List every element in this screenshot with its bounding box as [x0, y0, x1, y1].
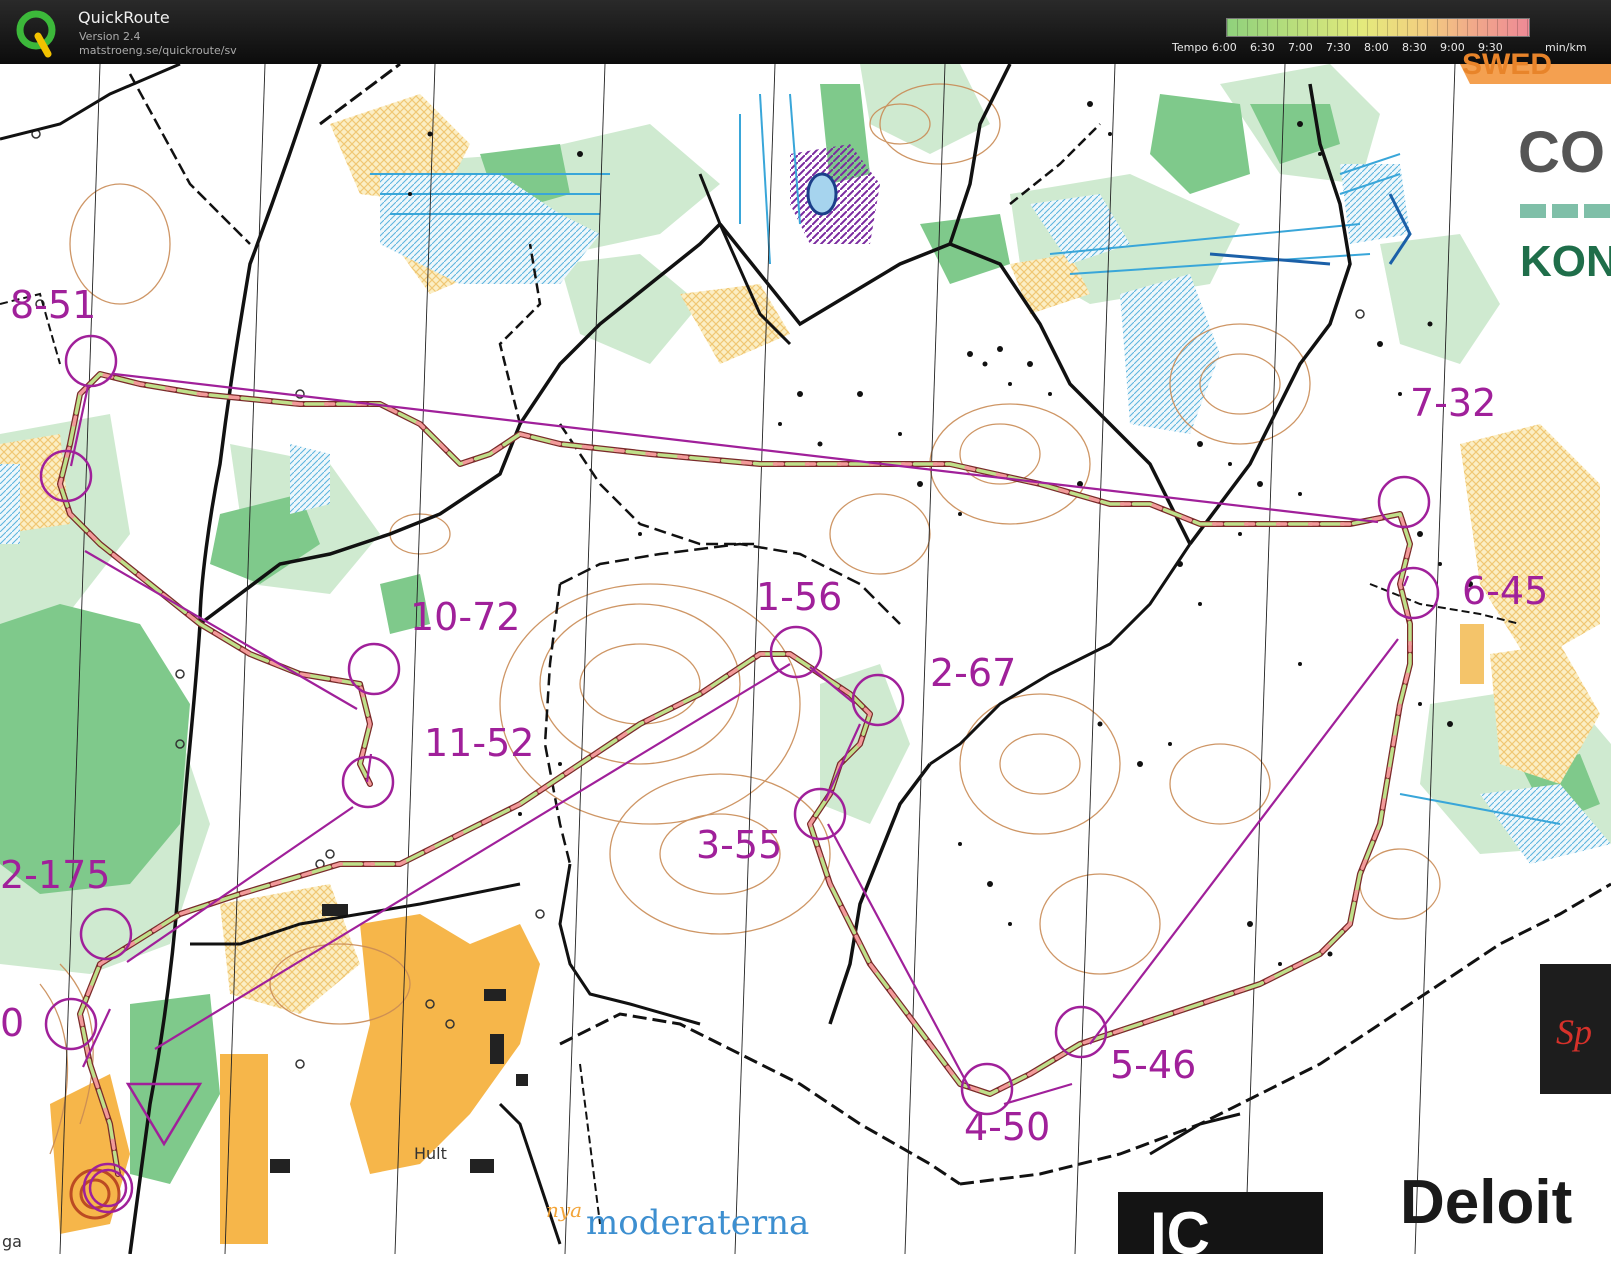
app-version: Version 2.4: [79, 30, 141, 43]
control-label-11: 11-52: [424, 721, 535, 765]
pace-tick: 9:00: [1440, 41, 1465, 54]
pace-tick: 6:00: [1212, 41, 1237, 54]
quickroute-logo-icon: [16, 10, 56, 58]
orienteering-map[interactable]: 8-51 7-32 10-72 1-56 2-67 6-45 11-52 3-5…: [0, 50, 1611, 1264]
pace-tick: 7:00: [1288, 41, 1313, 54]
control-label-5: 5-46: [1110, 1043, 1197, 1087]
pace-color-scale: [1226, 18, 1530, 37]
pace-tick: 8:30: [1402, 41, 1427, 54]
control-circle-10[interactable]: [347, 642, 401, 696]
control-circle-13[interactable]: [44, 997, 98, 1051]
control-label-9: 0: [0, 1001, 25, 1045]
control-label-10: 10-72: [410, 595, 521, 639]
control-label-12: 2-175: [0, 853, 111, 897]
control-label-6: 6-45: [1462, 569, 1549, 613]
pace-tick: 8:00: [1364, 41, 1389, 54]
sponsor-kon: KON: [1520, 237, 1611, 286]
sponsor-ic: IC: [1150, 1200, 1210, 1267]
control-label-8: 8-51: [10, 283, 97, 327]
control-label-1: 1-56: [756, 575, 843, 619]
sponsor-moderaterna: moderaterna: [586, 1203, 810, 1243]
control-label-2: 2-67: [930, 651, 1017, 695]
control-label-7: 7-32: [1410, 381, 1497, 425]
sponsor-moderaterna-prefix: nya: [546, 1198, 583, 1222]
sponsor-deloitte: Deloit: [1400, 1168, 1573, 1237]
vegetation-dense: [0, 84, 1600, 1184]
map-canvas[interactable]: [0, 64, 1611, 1254]
pace-legend-label: Tempo: [1172, 41, 1209, 54]
control-label-3: 3-55: [696, 823, 783, 867]
app-title: QuickRoute: [78, 8, 170, 27]
pond: [806, 172, 838, 216]
app-header: QuickRoute Version 2.4 matstroeng.se/qui…: [0, 0, 1611, 64]
place-name-corner: ga: [2, 1232, 22, 1251]
place-name-hult: Hult: [414, 1144, 447, 1163]
sponsor-co: CO: [1518, 120, 1605, 185]
control-circle-6[interactable]: [1386, 566, 1440, 620]
sponsor-sp: Sp: [1556, 1012, 1592, 1052]
app-url-link[interactable]: matstroeng.se/quickroute/sv: [79, 44, 237, 57]
sponsor-swed: SWED: [1462, 48, 1552, 81]
pace-tick: 7:30: [1326, 41, 1351, 54]
control-label-4: 4-50: [964, 1105, 1051, 1149]
pace-tick: 6:30: [1250, 41, 1275, 54]
